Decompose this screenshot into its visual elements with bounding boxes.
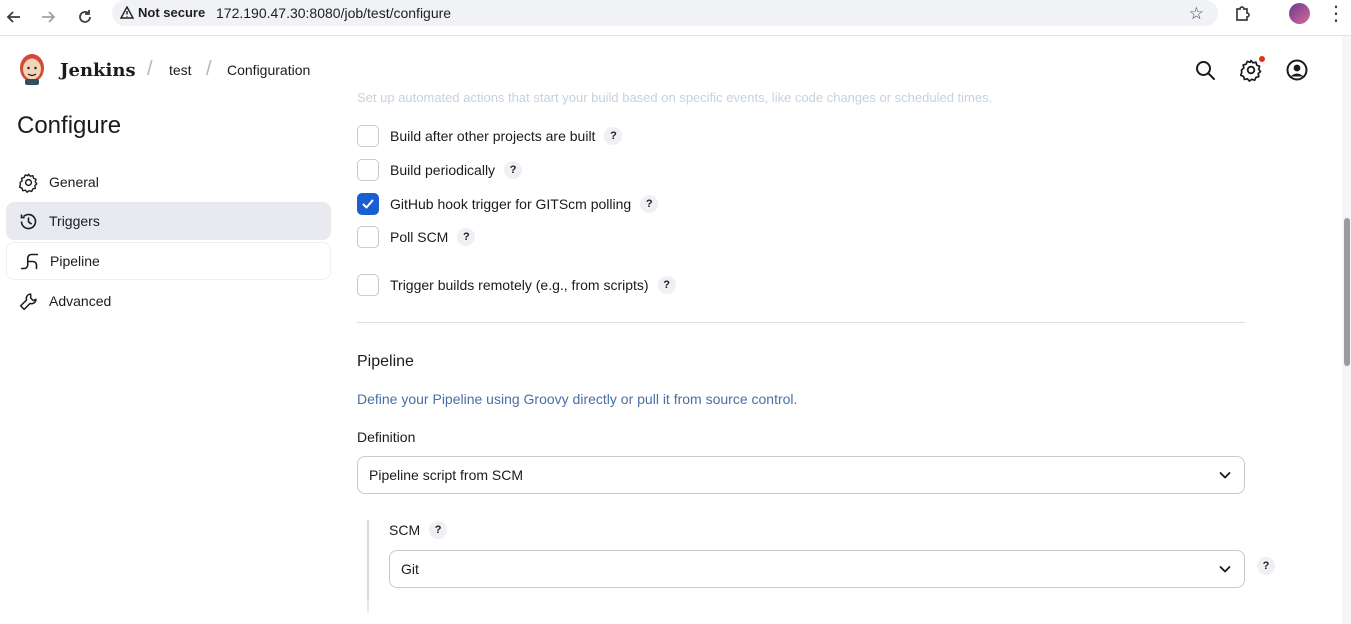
wrench-icon — [17, 290, 39, 312]
faded-section-description: Set up automated actions that start your… — [357, 90, 993, 105]
pipeline-icon — [18, 250, 40, 272]
settings-gear-icon[interactable] — [1239, 58, 1263, 82]
trigger-checkbox[interactable] — [357, 274, 379, 296]
definition-select[interactable]: Pipeline script from SCM — [357, 456, 1245, 494]
trigger-label[interactable]: Trigger builds remotely (e.g., from scri… — [390, 277, 649, 293]
reload-icon — [79, 10, 91, 23]
gear-icon — [17, 171, 39, 193]
chevron-down-icon — [1219, 566, 1231, 573]
clock-icon — [17, 210, 39, 232]
notification-dot — [1259, 56, 1265, 62]
definition-select-value: Pipeline script from SCM — [369, 467, 524, 483]
extensions-button[interactable] — [1232, 2, 1254, 29]
trigger-label[interactable]: Build after other projects are built — [390, 128, 595, 144]
bottom-fade-overlay — [300, 596, 1280, 624]
trigger-option: Poll SCM ? — [357, 226, 476, 248]
help-icon[interactable]: ? — [429, 521, 448, 539]
chevron-down-icon — [1219, 472, 1231, 479]
sidebar-item-label: General — [49, 174, 99, 190]
puzzle-icon — [1236, 6, 1250, 21]
warning-icon — [120, 6, 134, 19]
trigger-label[interactable]: GitHub hook trigger for GITScm polling — [390, 196, 631, 212]
breadcrumb-configuration[interactable]: Configuration — [227, 62, 310, 78]
help-icon[interactable]: ? — [604, 127, 623, 145]
sidebar-item-label: Advanced — [49, 293, 112, 309]
jenkins-brand[interactable]: Jenkins — [60, 60, 136, 81]
checkmark-icon — [362, 199, 374, 209]
security-indicator[interactable]: Not secure — [120, 5, 205, 20]
page-title: Configure — [17, 112, 122, 139]
trigger-checkbox-checked[interactable] — [357, 193, 379, 215]
sidebar-item-pipeline[interactable]: Pipeline — [6, 242, 331, 280]
trigger-option: GitHub hook trigger for GITScm polling ? — [357, 193, 659, 215]
scm-field-header: SCM ? — [389, 521, 448, 539]
bookmark-star-icon[interactable]: ☆ — [1189, 4, 1204, 24]
pipeline-section-title: Pipeline — [357, 353, 414, 370]
scm-label: SCM — [389, 522, 421, 538]
pipeline-section-description: Define your Pipeline using Groovy direct… — [357, 391, 798, 407]
forward-button[interactable] — [34, 3, 62, 31]
breadcrumb-separator: / — [147, 58, 153, 80]
trigger-checkbox[interactable] — [357, 159, 379, 181]
arrow-right-icon — [42, 11, 56, 23]
scrollbar-thumb[interactable] — [1344, 218, 1350, 366]
jenkins-logo-icon[interactable] — [17, 52, 47, 86]
scm-select[interactable]: Git — [389, 550, 1245, 588]
sidebar-item-general[interactable]: General — [6, 163, 331, 201]
address-bar[interactable]: Not secure 172.190.47.30:8080/job/test/c… — [112, 0, 1218, 26]
jenkins-header: Set up automated actions that start your… — [0, 36, 1351, 105]
search-icon[interactable] — [1193, 58, 1217, 82]
security-label: Not secure — [138, 5, 206, 20]
trigger-option: Build periodically ? — [357, 159, 523, 181]
back-button[interactable] — [0, 3, 28, 31]
help-icon[interactable]: ? — [1257, 557, 1275, 575]
trigger-option: Build after other projects are built ? — [357, 125, 623, 147]
sidebar-item-label: Triggers — [49, 213, 100, 229]
breadcrumb-job[interactable]: test — [169, 62, 192, 78]
breadcrumb-separator: / — [206, 58, 212, 80]
help-icon[interactable]: ? — [640, 195, 659, 213]
url-text[interactable]: 172.190.47.30:8080/job/test/configure — [216, 5, 451, 21]
sidebar-item-advanced[interactable]: Advanced — [6, 282, 331, 320]
browser-menu-icon[interactable]: ⋮ — [1326, 1, 1346, 26]
user-account-icon[interactable] — [1285, 58, 1309, 82]
sidebar-item-label: Pipeline — [50, 253, 100, 269]
help-icon[interactable]: ? — [457, 228, 476, 246]
reload-button[interactable] — [71, 3, 99, 31]
browser-toolbar: Not secure 172.190.47.30:8080/job/test/c… — [0, 0, 1351, 36]
help-icon[interactable]: ? — [657, 276, 676, 294]
arrow-left-icon — [6, 11, 20, 23]
trigger-checkbox[interactable] — [357, 226, 379, 248]
definition-label: Definition — [357, 429, 416, 445]
trigger-label[interactable]: Build periodically — [390, 162, 495, 178]
help-icon[interactable]: ? — [504, 161, 523, 179]
trigger-label[interactable]: Poll SCM — [390, 229, 448, 245]
trigger-checkbox[interactable] — [357, 125, 379, 147]
scm-select-value: Git — [401, 561, 419, 577]
trigger-option: Trigger builds remotely (e.g., from scri… — [357, 274, 676, 296]
sidebar-item-triggers[interactable]: Triggers — [6, 202, 331, 240]
section-divider — [357, 322, 1245, 323]
browser-profile-avatar[interactable] — [1289, 3, 1310, 24]
